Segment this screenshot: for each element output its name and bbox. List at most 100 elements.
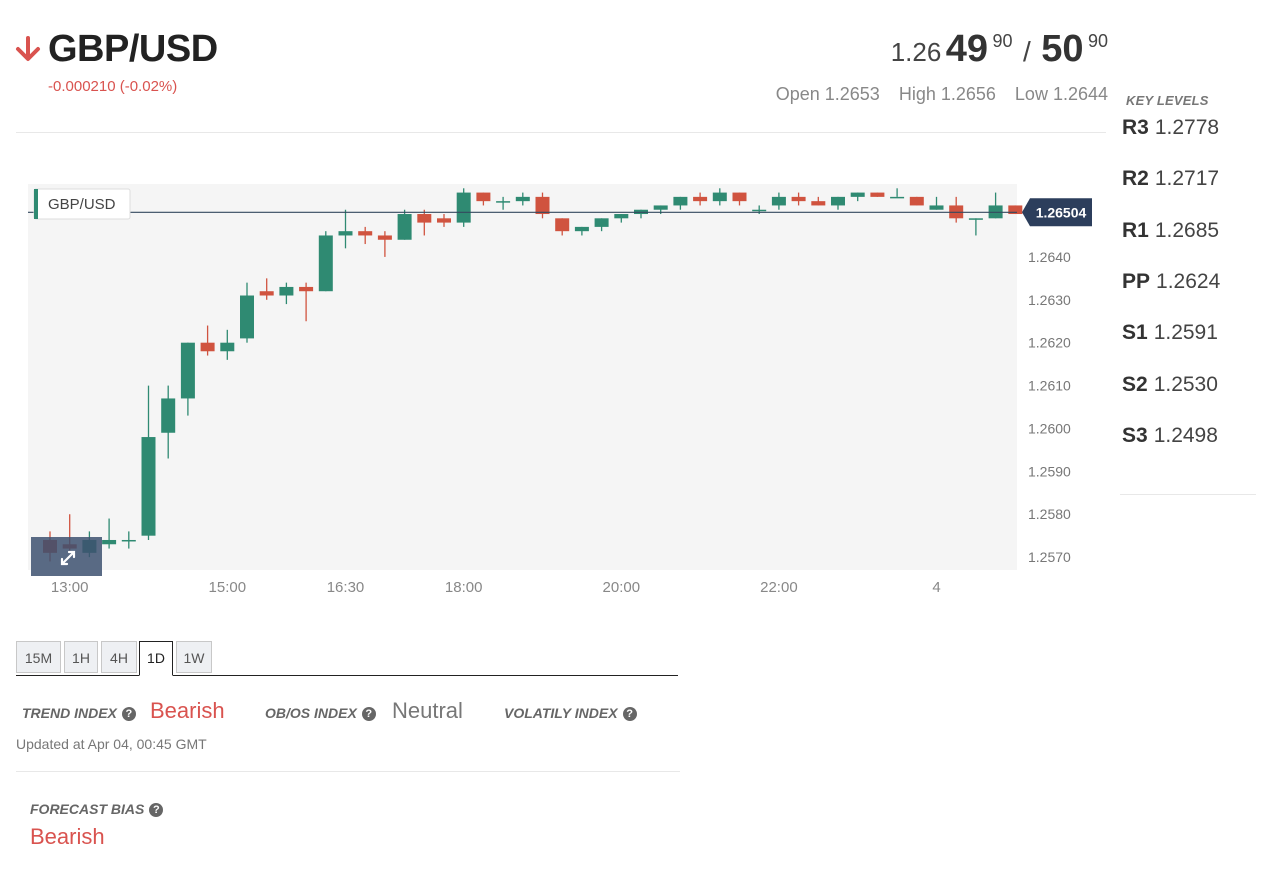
- candle-body: [456, 192, 471, 223]
- divider: [1120, 494, 1256, 495]
- candle-body: [909, 196, 924, 206]
- key-level-name: R1: [1122, 219, 1149, 242]
- key-level-r3: R3 1.2778: [1122, 116, 1219, 140]
- divider: [16, 132, 1106, 133]
- ohl-stats: Open 1.2653 High 1.2656 Low 1.2644: [762, 84, 1108, 105]
- x-tick-label: 13:00: [51, 579, 89, 596]
- key-level-r2: R2 1.2717: [1122, 167, 1219, 191]
- key-level-value: 1.2530: [1153, 373, 1218, 396]
- bid-big: 49: [945, 28, 989, 70]
- candlestick-chart[interactable]: 1.2640 1.2630 1.2620 1.2610 1.2600 1.2590 1.25…: [0, 160, 1100, 610]
- candle-body: [161, 398, 176, 433]
- y-tick-label: 1.2570: [1028, 549, 1071, 565]
- candle-body: [200, 342, 215, 352]
- key-level-value: 1.2498: [1153, 424, 1218, 447]
- candle-body: [437, 218, 451, 223]
- x-tick-label: 20:00: [603, 579, 641, 596]
- obos-index-label: OB/OS INDEX?: [265, 705, 376, 721]
- candle-body: [693, 196, 708, 202]
- arrow-down-icon: [16, 36, 40, 61]
- obos-index-text: OB/OS INDEX: [265, 705, 357, 721]
- candle-body: [180, 342, 195, 399]
- candle-body: [476, 192, 491, 202]
- candle-body: [811, 201, 826, 206]
- key-level-pp: PP 1.2624: [1122, 270, 1220, 294]
- candle-body: [732, 192, 747, 202]
- ask-sup: 90: [1087, 31, 1108, 51]
- x-tick-label: 4: [932, 579, 940, 596]
- candle-body: [712, 192, 727, 202]
- price-chart[interactable]: 1.2640 1.2630 1.2620 1.2610 1.2600 1.2590 1.25…: [0, 160, 1100, 610]
- question-circle-icon[interactable]: ?: [622, 707, 637, 721]
- question-circle-icon[interactable]: ?: [121, 707, 136, 721]
- candle-body: [771, 196, 786, 206]
- key-level-value: 1.2685: [1154, 219, 1220, 242]
- question-circle-icon[interactable]: ?: [361, 707, 376, 721]
- trend-index-text: TREND INDEX: [22, 705, 117, 721]
- pair-title: GBP/USD: [48, 28, 218, 70]
- expand-chart-button[interactable]: [31, 537, 102, 576]
- candle-body: [279, 286, 294, 296]
- key-level-s1: S1 1.2591: [1122, 321, 1218, 345]
- legend-swatch: [34, 189, 38, 219]
- candle-body: [240, 295, 254, 339]
- volatility-index-label: VOLATILY INDEX?: [504, 705, 637, 721]
- key-level-value: 1.2717: [1154, 167, 1220, 190]
- plot-background: [28, 184, 1017, 570]
- y-tick-label: 1.2590: [1028, 463, 1071, 479]
- forecast-bias-value: Bearish: [30, 824, 105, 849]
- obos-index-value: Neutral: [392, 698, 463, 723]
- candle-body: [535, 196, 550, 215]
- y-tick-label: 1.2580: [1028, 506, 1071, 522]
- high-value: High 1.2656: [898, 84, 996, 104]
- candle-body: [929, 205, 944, 210]
- volatility-index-text: VOLATILY INDEX: [504, 705, 618, 721]
- candle-body: [397, 214, 412, 240]
- low-value: Low 1.2644: [1014, 84, 1108, 104]
- question-circle-icon[interactable]: ?: [149, 803, 164, 817]
- forecast-bias-text: FORECAST BIAS: [30, 801, 145, 817]
- timeframe-1h-button[interactable]: 1H: [64, 641, 98, 673]
- candle-body: [673, 196, 688, 206]
- candle-body: [574, 226, 589, 232]
- key-level-name: S1: [1122, 321, 1148, 344]
- candle-body: [870, 192, 885, 197]
- key-level-s2: S2 1.2530: [1122, 373, 1218, 397]
- updated-timestamp: Updated at Apr 04, 00:45 GMT: [16, 736, 207, 752]
- candle-body: [831, 196, 845, 206]
- current-price-label: 1.26504: [1036, 204, 1087, 220]
- timeframe-15m-button[interactable]: 15M: [16, 641, 61, 673]
- key-level-name: R3: [1122, 116, 1149, 139]
- bid-ask-quote: 1.26 49 90 / 50 90: [891, 28, 1108, 74]
- forecast-bias-label: FORECAST BIAS?: [30, 801, 164, 817]
- ask-big: 50: [1041, 28, 1084, 70]
- x-tick-label: 15:00: [209, 579, 247, 596]
- y-tick-label: 1.2640: [1028, 249, 1071, 265]
- key-level-s3: S3 1.2498: [1122, 424, 1218, 448]
- candle-body: [121, 539, 136, 542]
- candle-body: [102, 539, 117, 545]
- bid-sup: 90: [992, 31, 1013, 51]
- timeframe-1w-button[interactable]: 1W: [176, 641, 212, 673]
- candle-body: [515, 196, 530, 202]
- candle-body: [338, 231, 353, 236]
- key-level-value: 1.2624: [1156, 270, 1221, 293]
- y-tick-label: 1.2600: [1028, 420, 1071, 436]
- trend-index-label: TREND INDEX?: [22, 705, 136, 721]
- timeframe-1d-button[interactable]: 1D: [139, 641, 173, 676]
- candle-body: [496, 201, 511, 203]
- candle-body: [358, 231, 373, 236]
- key-level-name: S3: [1122, 424, 1148, 447]
- key-level-name: PP: [1122, 270, 1151, 293]
- y-tick-label: 1.2610: [1028, 378, 1071, 394]
- timeframe-4h-button[interactable]: 4H: [101, 641, 137, 673]
- candle-body: [614, 214, 629, 219]
- key-level-value: 1.2778: [1154, 116, 1220, 139]
- price-change: -0.000210 (-0.02%): [48, 78, 178, 95]
- trend-index-value: Bearish: [150, 698, 225, 723]
- candle-body: [299, 286, 314, 292]
- legend-label: GBP/USD: [48, 196, 116, 213]
- candle-body: [791, 196, 806, 202]
- quote-separator: /: [1023, 36, 1031, 67]
- key-level-name: R2: [1122, 167, 1149, 190]
